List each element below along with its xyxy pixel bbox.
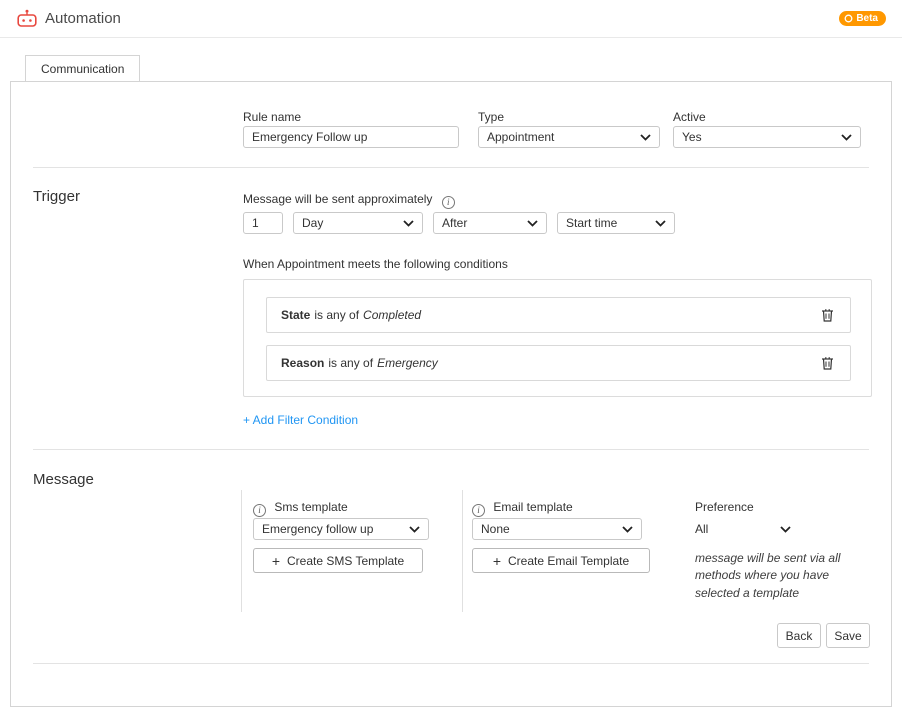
- condition-row: Reason is any of Emergency: [266, 345, 851, 381]
- email-template-select-value: None: [481, 522, 510, 536]
- condition-value: Completed: [363, 308, 421, 322]
- sms-template-label-row: i Sms template: [253, 500, 348, 517]
- preference-note: message will be sent via all methods whe…: [695, 550, 853, 602]
- rule-name-label: Rule name: [243, 110, 301, 124]
- plus-icon: +: [493, 554, 501, 568]
- page-title: Automation: [45, 10, 121, 27]
- email-template-select[interactable]: None: [472, 518, 642, 540]
- info-icon: i: [253, 504, 266, 517]
- condition-field: State: [281, 308, 310, 322]
- sms-template-select[interactable]: Emergency follow up: [253, 518, 429, 540]
- section-divider: [33, 663, 869, 664]
- direction-select[interactable]: After: [433, 212, 547, 234]
- chevron-down-icon: [841, 134, 852, 141]
- reference-select[interactable]: Start time: [557, 212, 675, 234]
- plus-icon: +: [272, 554, 280, 568]
- info-icon: i: [442, 196, 455, 209]
- type-label: Type: [478, 110, 504, 124]
- amount-input[interactable]: [243, 212, 283, 234]
- conditions-label: When Appointment meets the following con…: [243, 257, 508, 271]
- communication-panel: Rule name Type Appointment Active Yes Tr…: [10, 81, 892, 707]
- trigger-heading: Trigger: [33, 188, 80, 205]
- unit-select[interactable]: Day: [293, 212, 423, 234]
- preference-label: Preference: [695, 500, 754, 514]
- condition-value: Emergency: [377, 356, 438, 370]
- email-template-label-row: i Email template: [472, 500, 573, 517]
- create-sms-template-button[interactable]: + Create SMS Template: [253, 548, 423, 573]
- direction-select-value: After: [442, 216, 467, 230]
- unit-select-value: Day: [302, 216, 323, 230]
- info-icon: i: [472, 504, 485, 517]
- type-select-value: Appointment: [487, 130, 554, 144]
- approx-label: Message will be sent approximately: [243, 192, 432, 206]
- conditions-box: State is any of Completed Reason is any …: [243, 279, 872, 397]
- preference-select-value: All: [695, 522, 708, 536]
- message-heading: Message: [33, 471, 94, 488]
- condition-row: State is any of Completed: [266, 297, 851, 333]
- beta-label: Beta: [856, 13, 878, 24]
- tab-communication[interactable]: Communication: [25, 55, 140, 81]
- condition-operator: is any of: [314, 308, 359, 322]
- beta-circle-icon: [844, 14, 853, 23]
- condition-operator: is any of: [328, 356, 373, 370]
- back-button[interactable]: Back: [777, 623, 821, 648]
- save-button[interactable]: Save: [826, 623, 870, 648]
- app-header: Automation Beta: [0, 0, 902, 38]
- active-select-value: Yes: [682, 130, 702, 144]
- email-template-label: Email template: [493, 500, 572, 514]
- rule-name-input[interactable]: [243, 126, 459, 148]
- add-filter-condition-link[interactable]: + Add Filter Condition: [243, 413, 358, 427]
- beta-badge: Beta: [839, 11, 886, 26]
- type-select[interactable]: Appointment: [478, 126, 660, 148]
- tab-communication-label: Communication: [41, 62, 124, 76]
- chevron-down-icon: [403, 220, 414, 227]
- active-label: Active: [673, 110, 706, 124]
- active-select[interactable]: Yes: [673, 126, 861, 148]
- chevron-down-icon: [622, 526, 633, 533]
- create-email-template-button[interactable]: + Create Email Template: [472, 548, 650, 573]
- chevron-down-icon: [409, 526, 420, 533]
- column-divider: [241, 490, 242, 612]
- condition-field: Reason: [281, 356, 324, 370]
- automation-robot-icon: [16, 9, 38, 28]
- reference-select-value: Start time: [566, 216, 617, 230]
- trash-icon[interactable]: [819, 306, 836, 324]
- create-sms-template-label: Create SMS Template: [287, 554, 404, 568]
- sms-template-label: Sms template: [274, 500, 347, 514]
- section-divider: [33, 449, 869, 450]
- approx-label-row: Message will be sent approximately i: [243, 192, 455, 209]
- chevron-down-icon: [780, 522, 791, 536]
- column-divider: [462, 490, 463, 612]
- chevron-down-icon: [655, 220, 666, 227]
- sms-template-select-value: Emergency follow up: [262, 522, 373, 536]
- preference-select[interactable]: All: [695, 518, 791, 540]
- chevron-down-icon: [640, 134, 651, 141]
- chevron-down-icon: [527, 220, 538, 227]
- create-email-template-label: Create Email Template: [508, 554, 629, 568]
- trash-icon[interactable]: [819, 354, 836, 372]
- section-divider: [33, 167, 869, 168]
